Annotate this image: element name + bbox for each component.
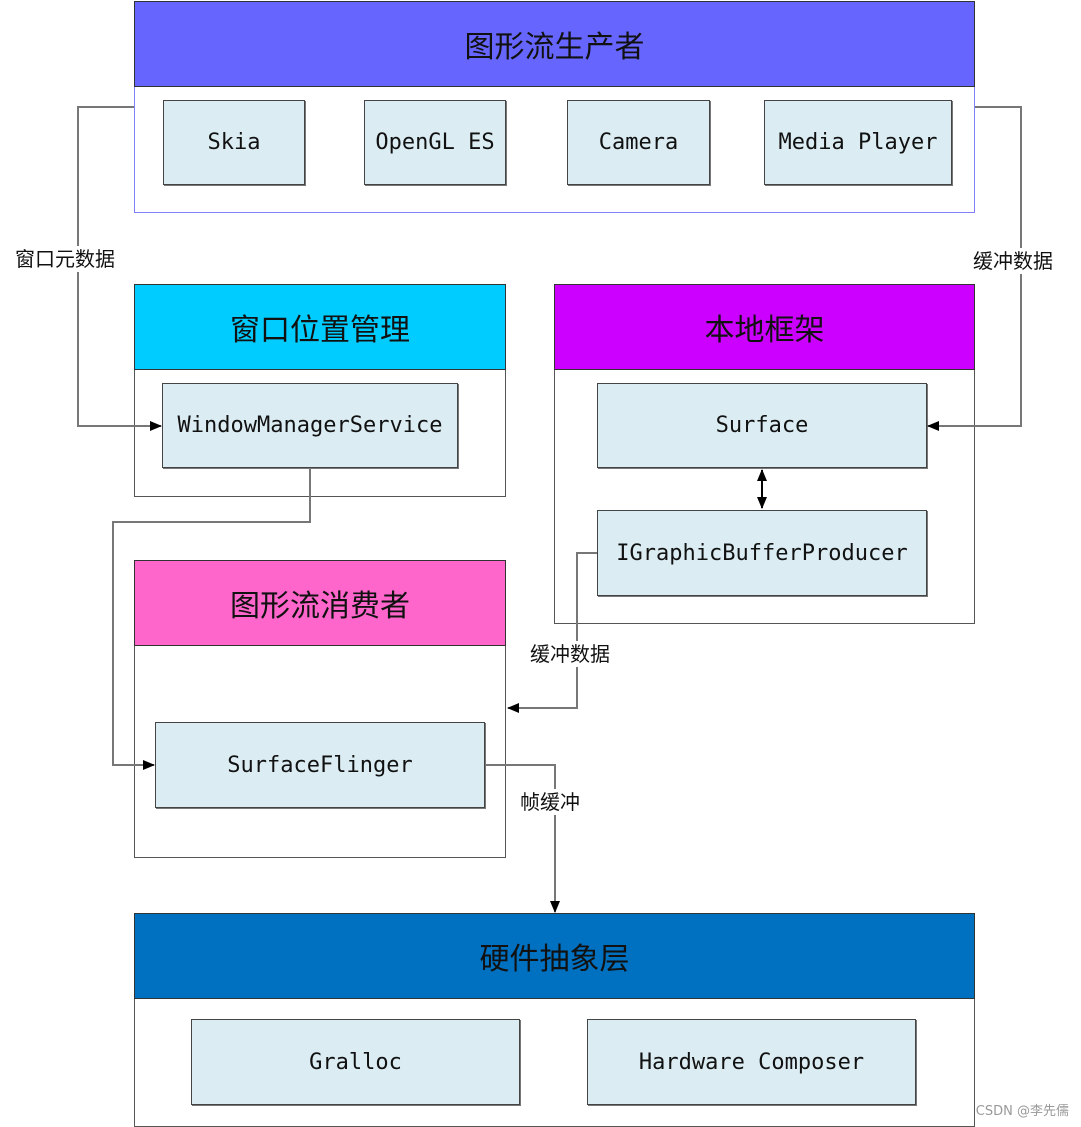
label-window-metadata: 窗口元数据 <box>14 246 116 272</box>
edge-wms-surfaceflinger <box>112 468 311 770</box>
edge-frame-buffer <box>485 764 560 913</box>
watermark: CSDN @李先儒 <box>975 1104 1069 1119</box>
edge-buffer-data-mid <box>507 552 597 713</box>
label-buffer-data-right: 缓冲数据 <box>972 248 1054 274</box>
label-buffer-data-mid: 缓冲数据 <box>529 641 611 667</box>
label-frame-buffer: 帧缓冲 <box>519 789 581 815</box>
connectors <box>77 106 1022 913</box>
